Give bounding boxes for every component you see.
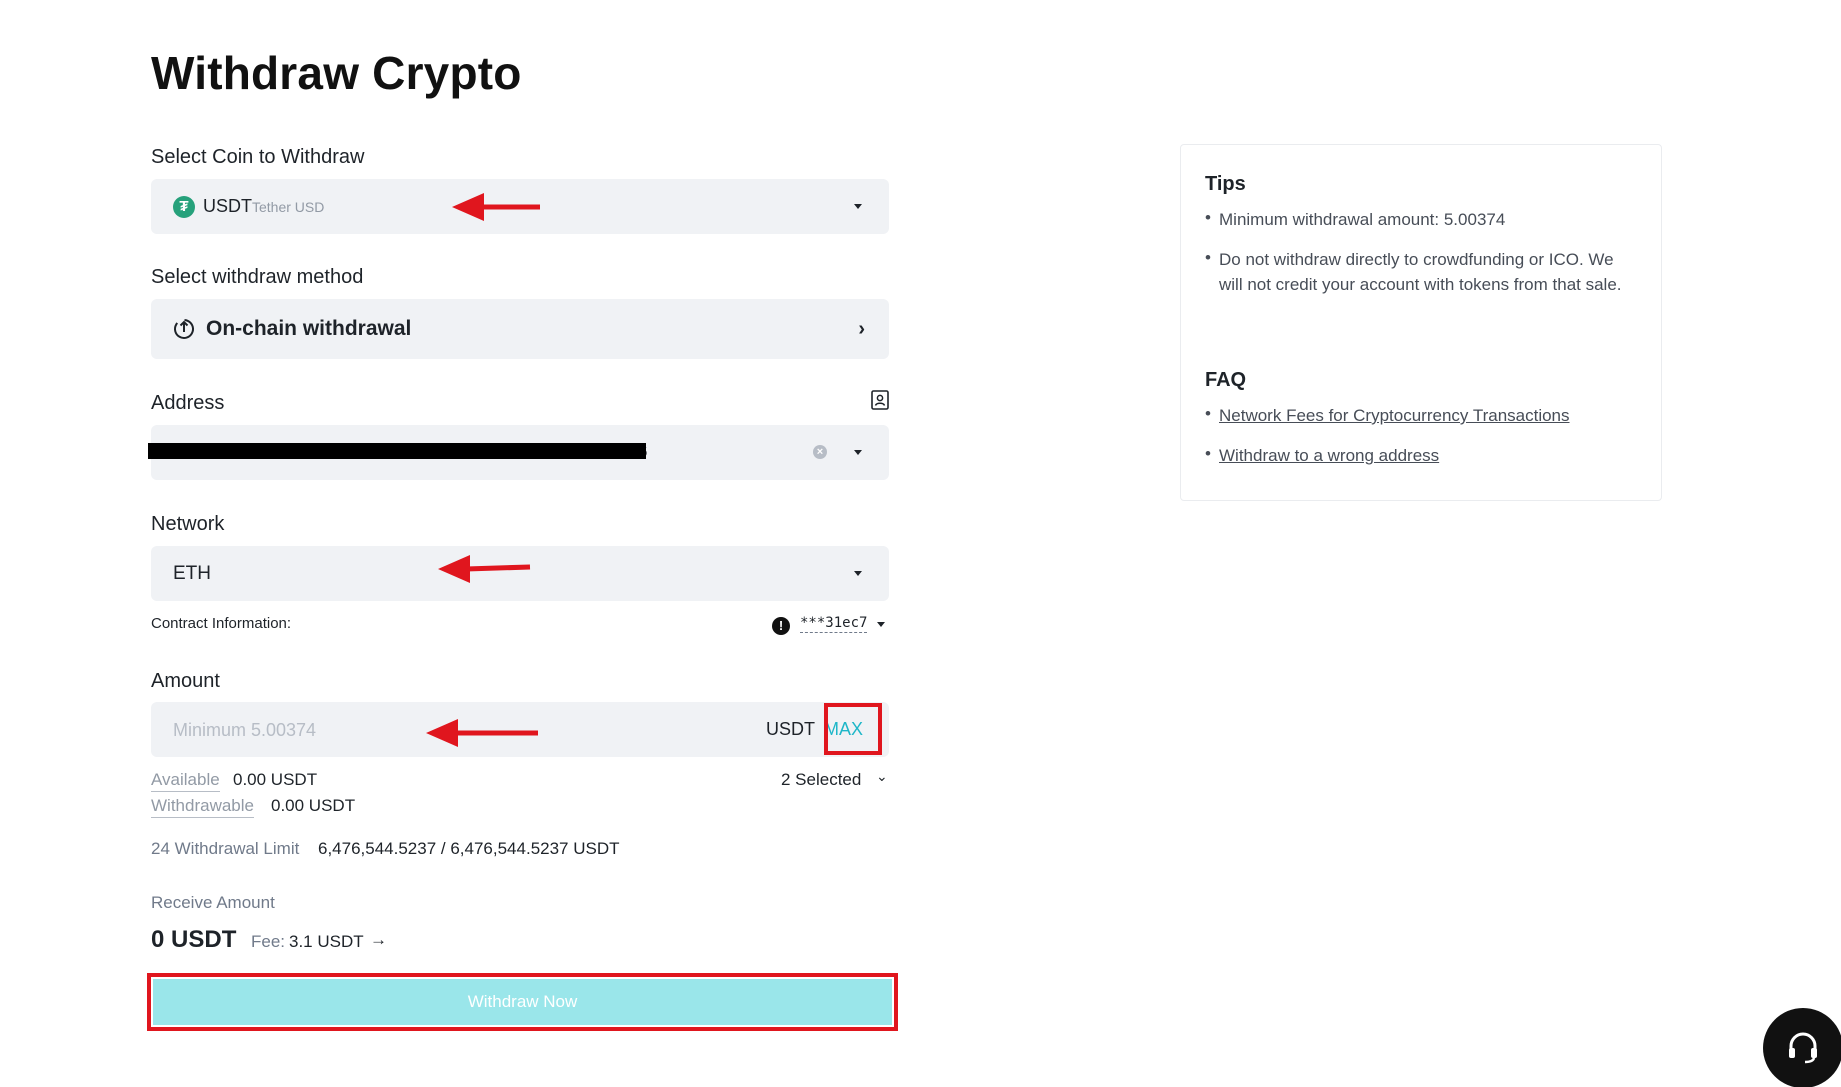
headset-icon [1789,1032,1817,1064]
caret-down-icon[interactable] [877,622,885,627]
withdraw-method-select[interactable]: On-chain withdrawal › [151,299,889,359]
annotation-arrow-amount [426,719,538,747]
page-title: Withdraw Crypto [151,47,522,99]
annotation-arrow-network [438,555,531,583]
chevron-right-icon: › [858,318,865,340]
network-section-label: Network [151,513,225,535]
contract-info-label: Contract Information: [151,615,292,632]
withdrawal-limit-value: 6,476,544.5237 / 6,476,544.5237 USDT [318,839,620,858]
caret-down-icon [854,204,862,209]
method-section-label: Select withdraw method [151,266,364,288]
tips-item: Minimum withdrawal amount: 5.00374 [1219,210,1506,229]
arrow-right-icon[interactable]: → [370,930,387,950]
address-redaction [148,443,646,459]
tips-heading: Tips [1205,173,1246,195]
amount-section-label: Amount [151,670,220,692]
faq-heading: FAQ [1205,369,1247,391]
tips-item: Do not withdraw directly to crowdfunding… [1219,250,1622,294]
caret-down-icon [854,571,862,576]
contract-address[interactable]: ***31ec7 [800,615,868,633]
wallet-selected-dropdown[interactable]: 2 Selected [781,770,861,790]
coin-name: Tether USD [252,199,325,215]
bullet: • [1205,248,1211,267]
bullet: • [1205,208,1211,227]
bullet: • [1205,444,1211,463]
clear-icon[interactable]: × [813,445,827,459]
available-label[interactable]: Available [151,770,220,792]
annotation-arrow-coin [452,193,540,221]
faq-item: Withdraw to a wrong address [1219,443,1439,468]
withdraw-now-button[interactable]: Withdraw Now [153,979,892,1025]
bullet: • [1205,404,1211,423]
fee-label: Fee: [251,932,286,951]
coin-symbol: USDT [203,196,252,216]
caret-down-icon[interactable] [854,450,862,455]
address-section-label: Address [151,392,225,414]
faq-item: Network Fees for Cryptocurrency Transact… [1219,403,1570,428]
tether-icon: ₮ [173,196,195,218]
chevron-down-icon[interactable]: ⌄ [876,768,888,785]
network-value: ETH [173,563,211,584]
tips-card: Tips • Minimum withdrawal amount: 5.0037… [1180,144,1662,501]
withdraw-method-value: On-chain withdrawal [206,317,412,340]
coin-section-label: Select Coin to Withdraw [151,146,365,168]
withdrawal-limit-label: 24 Withdrawal Limit [151,839,300,858]
withdrawable-label[interactable]: Withdrawable [151,796,254,818]
faq-link-network-fees[interactable]: Network Fees for Cryptocurrency Transact… [1219,406,1570,425]
amount-unit: USDT [766,719,815,739]
address-book-icon[interactable] [871,390,889,410]
faq-link-wrong-address[interactable]: Withdraw to a wrong address [1219,446,1439,465]
fee-value[interactable]: 3.1 USDT [289,932,364,952]
receive-amount-value: 0 USDT [151,926,237,953]
receive-amount-label: Receive Amount [151,893,275,912]
support-chat-button[interactable] [1763,1008,1841,1087]
annotation-highlight-max [824,703,882,755]
withdraw-method-icon [174,319,194,339]
available-value: 0.00 USDT [233,770,318,789]
alert-icon: ! [772,617,790,635]
withdrawable-value: 0.00 USDT [271,796,356,815]
